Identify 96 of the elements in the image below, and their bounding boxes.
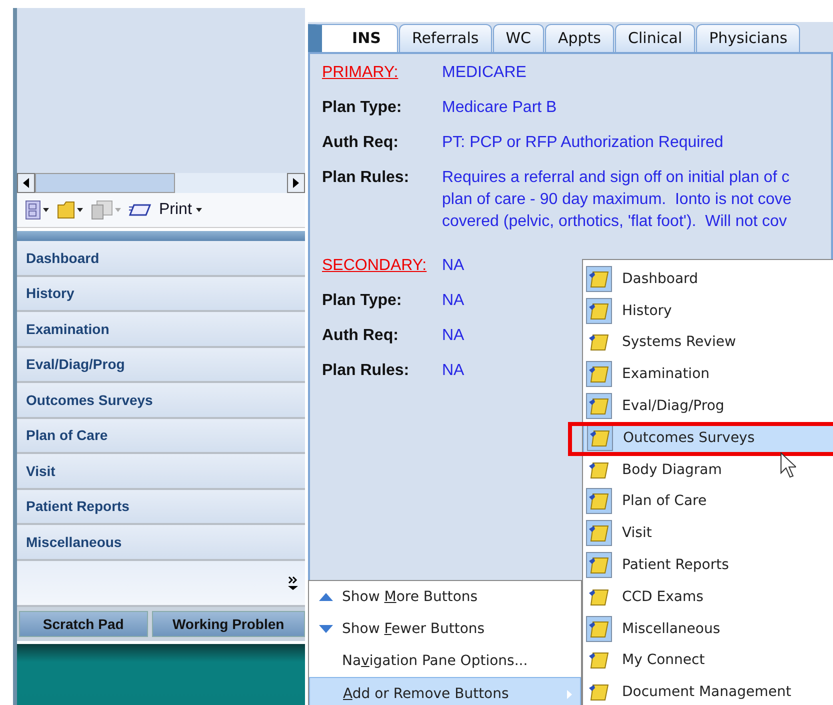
- insurance-name: MEDICARE: [442, 63, 526, 83]
- nav-button[interactable]: Miscellaneous: [17, 525, 305, 560]
- scrollbar-thumb[interactable]: [35, 173, 175, 193]
- note-icon: [588, 332, 610, 352]
- scanner-icon: [129, 203, 151, 217]
- note-icon: [588, 396, 610, 416]
- note-icon: [588, 523, 610, 544]
- menu-item[interactable]: Visit: [583, 517, 833, 550]
- chevron-menu-icon: [287, 574, 299, 590]
- down-arrow-icon: [318, 624, 332, 634]
- section-heading: SECONDARY:: [322, 257, 428, 276]
- checkbox[interactable]: [586, 298, 612, 324]
- field-label: Plan Type:: [322, 292, 403, 311]
- field-label: Auth Req:: [322, 134, 400, 153]
- checkbox[interactable]: [586, 266, 612, 292]
- checkbox[interactable]: [586, 520, 612, 546]
- checkbox[interactable]: [586, 488, 612, 514]
- cabinet-icon: [25, 200, 41, 220]
- caret-icon: [115, 208, 121, 212]
- menu-item[interactable]: My Connect: [583, 644, 833, 676]
- menu-item[interactable]: Plan of Care: [583, 486, 833, 518]
- copy-icon: [91, 200, 113, 220]
- field-label: Plan Rules:: [322, 169, 410, 188]
- field-value: NA: [442, 291, 464, 311]
- note-icon: [588, 555, 610, 576]
- nav-button[interactable]: Outcomes Surveys: [17, 383, 305, 418]
- note-icon: [588, 586, 610, 607]
- field-value: NA: [442, 361, 464, 381]
- caret-icon: [43, 208, 49, 212]
- right-arrow-icon: [293, 178, 299, 188]
- menu-item[interactable]: Eval/Diag/Prog: [583, 390, 833, 422]
- tab-button[interactable]: Scratch Pad: [19, 610, 148, 636]
- nav-button[interactable]: Dashboard: [17, 241, 305, 276]
- caret-icon: [77, 208, 83, 212]
- menu-item[interactable]: Body Diagram: [583, 454, 833, 486]
- note-icon: [588, 682, 610, 702]
- field-value: PT: PCP or RFP Authorization Required: [442, 133, 724, 153]
- menu-item[interactable]: Document Management: [583, 676, 833, 705]
- field-value: Medicare Part B: [442, 98, 557, 118]
- checkbox[interactable]: [586, 552, 612, 578]
- tab[interactable]: Referrals: [398, 24, 492, 52]
- submenu-arrow-icon: [567, 690, 572, 698]
- note-icon: [588, 650, 610, 670]
- tab[interactable]: WC: [492, 24, 544, 52]
- cabinet-button[interactable]: [25, 200, 49, 220]
- left-arrow-icon: [23, 178, 29, 188]
- folder-button[interactable]: [57, 200, 83, 220]
- nav-button[interactable]: Patient Reports: [17, 490, 305, 525]
- tab[interactable]: Appts: [545, 24, 614, 52]
- copy-button[interactable]: [91, 200, 121, 220]
- note-icon: [588, 491, 610, 512]
- field-value: Requires a referral and sign off on initial plan of c plan of care - 90 day maximum. Ionto is not cove covered (pelvic, orthotics, 'flat foot'). Will not cov: [442, 168, 792, 232]
- nav-button[interactable]: Visit: [17, 454, 305, 490]
- caret-icon: [196, 208, 202, 212]
- nav-button[interactable]: Examination: [17, 312, 305, 348]
- menu-item[interactable]: Navigation Pane Options...: [309, 645, 581, 677]
- note-icon: [588, 268, 610, 289]
- folder-icon: [57, 200, 75, 220]
- menu-item[interactable]: History: [583, 294, 833, 327]
- note-icon: [588, 300, 610, 321]
- nav-button[interactable]: History: [17, 276, 305, 312]
- insurance-name: NA: [442, 256, 464, 276]
- scroll-right-button[interactable]: [287, 173, 305, 193]
- splitter-handle[interactable]: [17, 231, 305, 241]
- note-icon: [588, 618, 610, 639]
- nav-button[interactable]: Plan of Care: [17, 418, 305, 454]
- checkbox[interactable]: [586, 616, 612, 642]
- print-button[interactable]: Print: [159, 201, 202, 219]
- note-icon: [588, 460, 610, 480]
- field-label: Auth Req:: [322, 327, 400, 346]
- tab-button[interactable]: Working Problen: [152, 610, 305, 636]
- section-heading: PRIMARY:: [322, 64, 400, 83]
- field-label: Plan Type:: [322, 99, 403, 118]
- checkbox[interactable]: [587, 424, 613, 451]
- menu-item[interactable]: Patient Reports: [583, 549, 833, 581]
- checkbox[interactable]: [586, 393, 612, 420]
- field-label: Plan Rules:: [322, 362, 410, 381]
- menu-item[interactable]: Miscellaneous: [583, 612, 833, 645]
- note-icon: [588, 364, 610, 384]
- tab[interactable]: Clinical: [615, 24, 696, 52]
- menu-item[interactable]: Show Fewer Buttons: [309, 613, 581, 645]
- nav-button[interactable]: Eval/Diag/Prog: [17, 348, 305, 383]
- tab[interactable]: INS: [308, 24, 398, 52]
- scroll-left-button[interactable]: [17, 173, 35, 193]
- field-value: NA: [442, 326, 464, 346]
- up-arrow-icon: [318, 592, 332, 602]
- tab[interactable]: Physicians: [696, 24, 800, 52]
- menu-item[interactable]: Show More Buttons: [309, 581, 581, 613]
- menu-item[interactable]: Dashboard: [583, 263, 833, 295]
- menu-item[interactable]: Examination: [583, 358, 833, 390]
- menu-item[interactable]: Systems Review: [583, 326, 833, 358]
- cursor-icon: [780, 452, 796, 478]
- menu-item[interactable]: Add or Remove Buttons: [309, 677, 581, 705]
- menu-item[interactable]: CCD Exams: [583, 580, 833, 613]
- note-icon: [589, 428, 611, 448]
- checkbox[interactable]: [586, 361, 612, 388]
